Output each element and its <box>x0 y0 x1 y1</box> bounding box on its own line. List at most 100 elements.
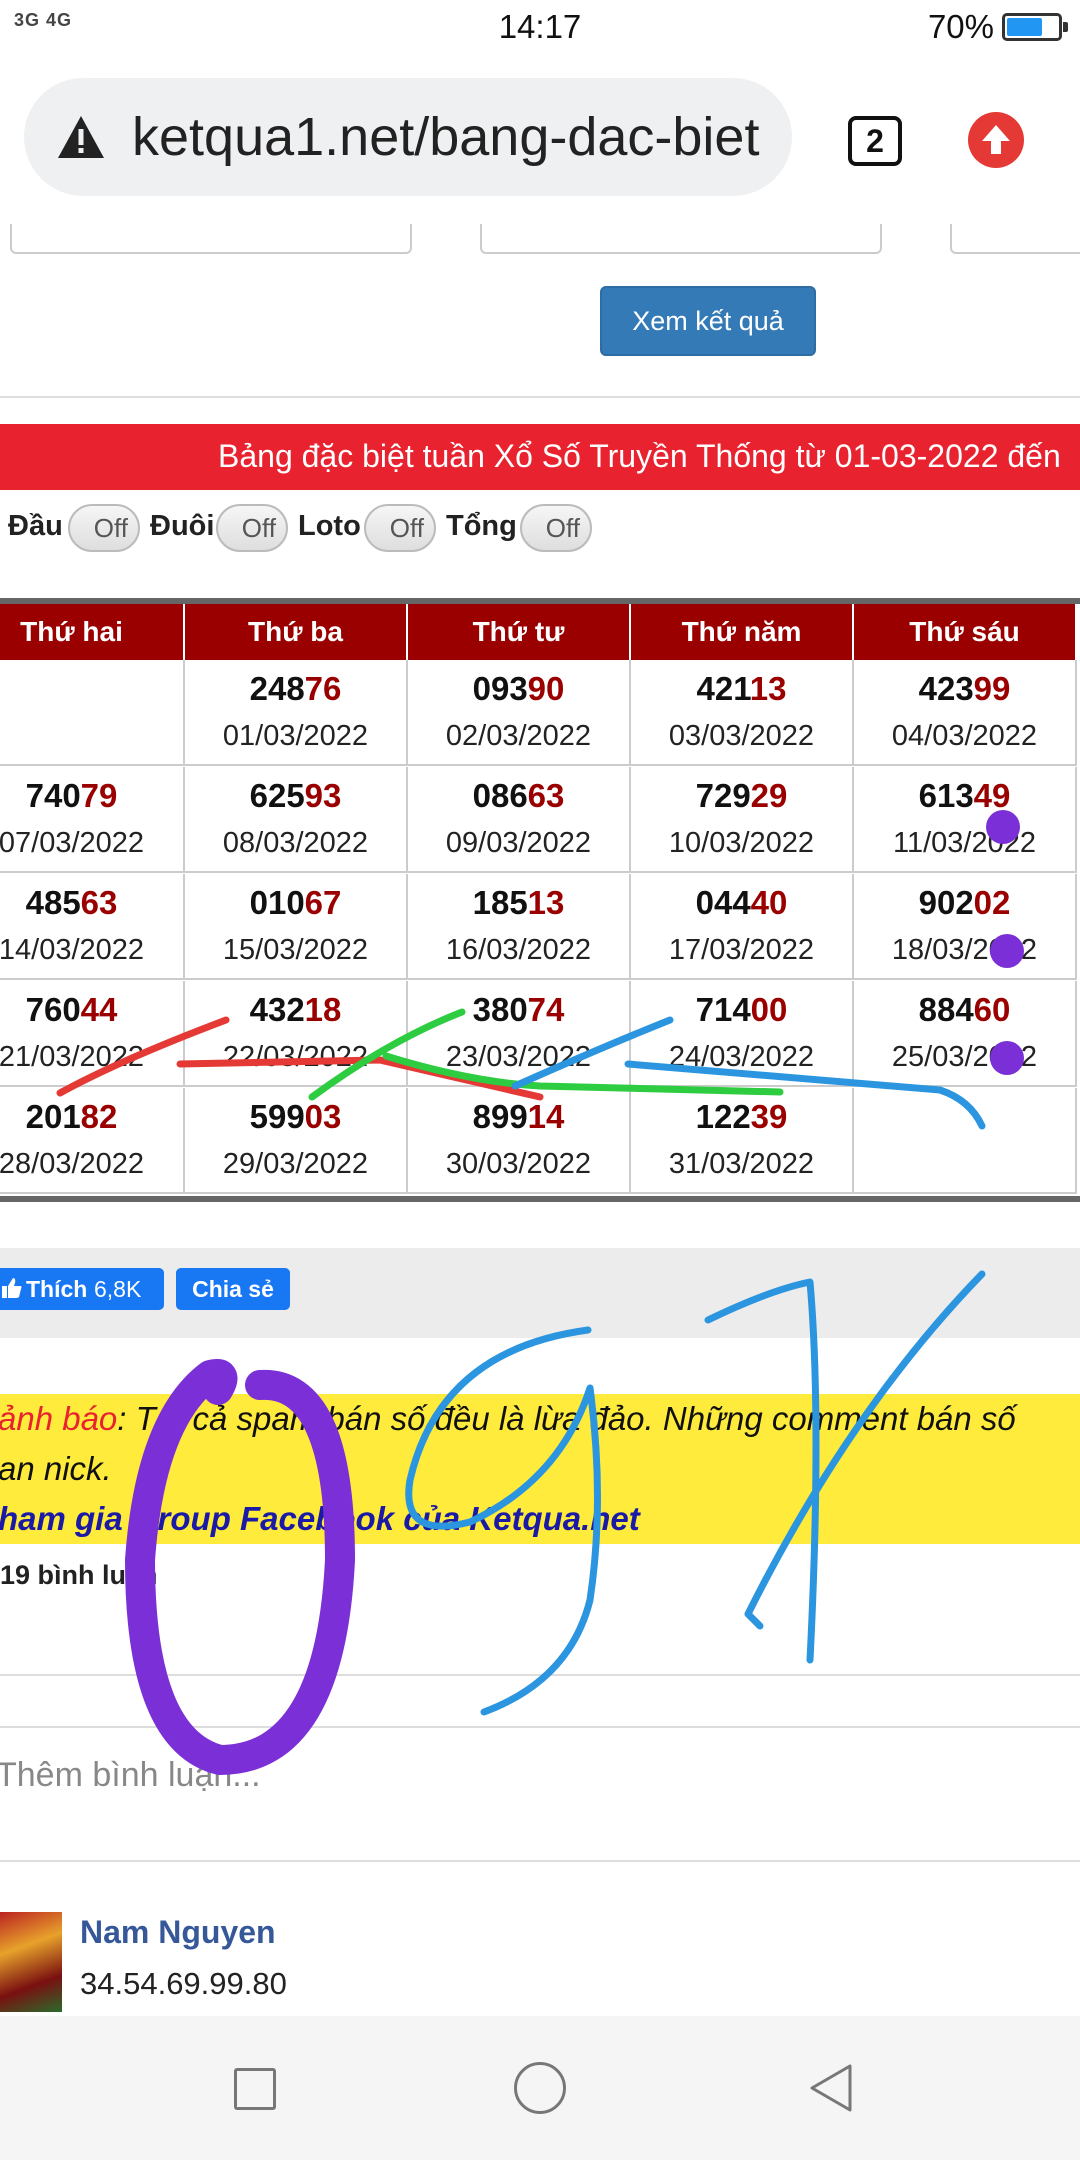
facebook-like-button[interactable]: Thích 6,8K <box>0 1268 164 1310</box>
lottery-number: 90202 <box>854 884 1075 922</box>
lottery-number: 72929 <box>631 777 852 815</box>
number-head: 760 <box>25 991 81 1028</box>
lottery-number: 01067 <box>185 884 406 922</box>
view-results-button[interactable]: Xem kết quả <box>600 286 816 356</box>
table-cell: 89914 30/03/2022 <box>408 1088 631 1194</box>
number-tail: 00 <box>750 991 788 1028</box>
table-cell: 59903 29/03/2022 <box>185 1088 408 1194</box>
draw-date: 25/03/2022 <box>891 1041 1038 1073</box>
lottery-type-select[interactable] <box>10 224 412 254</box>
avatar[interactable] <box>0 1912 62 2012</box>
address-bar[interactable]: ketqua1.net/bang-dac-biet <box>24 78 792 196</box>
number-head: 201 <box>25 1098 81 1135</box>
toggle-label-loto: Loto <box>298 510 361 542</box>
number-head: 044 <box>695 884 751 921</box>
draw-date: 17/03/2022 <box>668 934 815 966</box>
number-tail: 40 <box>750 884 788 921</box>
table-cell: 74079 07/03/2022 <box>0 767 185 873</box>
draw-date: 15/03/2022 <box>222 934 369 966</box>
toggle-duoi[interactable]: Off <box>216 504 288 552</box>
draw-date: 03/03/2022 <box>668 720 815 752</box>
browser-toolbar: ketqua1.net/bang-dac-biet 2 <box>0 56 1080 224</box>
number-head: 625 <box>249 777 305 814</box>
table-cell: 72929 10/03/2022 <box>631 767 854 873</box>
lottery-number: 71400 <box>631 991 852 1029</box>
draw-date: 24/03/2022 <box>668 1041 815 1073</box>
toggle-dau[interactable]: Off <box>68 504 140 552</box>
number-head: 613 <box>918 777 974 814</box>
upload-icon[interactable] <box>968 112 1024 168</box>
tabs-button[interactable]: 2 <box>848 116 902 166</box>
number-tail: 99 <box>973 670 1011 707</box>
divider <box>0 1860 1080 1862</box>
toggle-tong[interactable]: Off <box>520 504 592 552</box>
banner-title: Bảng đặc biệt tuần Xổ Số Truyền Thống từ… <box>218 438 1061 474</box>
number-tail: 79 <box>80 777 118 814</box>
table-banner: Bảng đặc biệt tuần Xổ Số Truyền Thống từ… <box>0 424 1080 490</box>
number-head: 086 <box>472 777 528 814</box>
clock: 14:17 <box>498 8 582 45</box>
comment-author[interactable]: Nam Nguyen <box>80 1914 276 1951</box>
table-cell: 42113 03/03/2022 <box>631 660 854 766</box>
url-text[interactable]: ketqua1.net/bang-dac-biet <box>132 106 759 168</box>
table-cell: 09390 02/03/2022 <box>408 660 631 766</box>
table-cell: 08663 09/03/2022 <box>408 767 631 873</box>
number-tail: 67 <box>304 884 342 921</box>
number-tail: 02 <box>973 884 1011 921</box>
table-cell: 90202 18/03/2022 <box>854 874 1077 980</box>
lottery-number: 43218 <box>185 991 406 1029</box>
lottery-number: 59903 <box>185 1098 406 1136</box>
number-tail: 60 <box>973 991 1011 1028</box>
home-circle-icon[interactable] <box>514 2062 566 2114</box>
number-head: 093 <box>472 670 528 707</box>
square-nav-icon[interactable] <box>234 2068 276 2110</box>
number-tail: 82 <box>80 1098 118 1135</box>
number-tail: 39 <box>750 1098 788 1135</box>
table-cell: 88460 25/03/2022 <box>854 981 1077 1087</box>
lottery-number: 48563 <box>0 884 183 922</box>
comment-input[interactable]: Thêm bình luận... <box>0 1756 261 1795</box>
draw-date: 21/03/2022 <box>0 1041 145 1073</box>
toggle-loto[interactable]: Off <box>364 504 436 552</box>
number-tail: 90 <box>527 670 565 707</box>
warning-triangle-icon[interactable] <box>56 114 106 160</box>
facebook-share-button[interactable]: Chia sẻ <box>176 1268 290 1310</box>
toggle-label-tong: Tổng <box>446 510 517 542</box>
back-triangle-icon[interactable] <box>806 2062 856 2114</box>
facebook-group-link[interactable]: ham gia Group Facebook của Ketqua.net <box>0 1500 640 1538</box>
table-header-5: Thứ sáu <box>854 604 1077 660</box>
number-head: 599 <box>249 1098 305 1135</box>
to-date-select[interactable] <box>950 224 1080 254</box>
table-header-3: Thứ tư <box>408 604 631 660</box>
lottery-number: 38074 <box>408 991 629 1029</box>
web-page: Xem kết quả Bảng đặc biệt tuần Xổ Số Tru… <box>0 224 1080 2016</box>
lottery-number: 08663 <box>408 777 629 815</box>
table-cell: 43218 22/03/2022 <box>185 981 408 1087</box>
upload-arrow-icon <box>982 125 1010 154</box>
number-tail: 13 <box>527 884 565 921</box>
lottery-number: 88460 <box>854 991 1075 1029</box>
number-head: 122 <box>695 1098 751 1135</box>
lottery-number: 18513 <box>408 884 629 922</box>
table-cell: 01067 15/03/2022 <box>185 874 408 980</box>
divider <box>0 1674 1080 1676</box>
comment-text: 34.54.69.99.80 <box>80 1966 287 2001</box>
number-tail: 74 <box>527 991 565 1028</box>
number-head: 485 <box>25 884 81 921</box>
number-head: 248 <box>249 670 305 707</box>
from-date-select[interactable] <box>480 224 882 254</box>
lottery-number: 42113 <box>631 670 852 708</box>
battery-icon <box>1002 13 1068 41</box>
filter-toggles: Đầu Off Đuôi Off Loto Off Tổng Off <box>0 502 1080 562</box>
toggle-label-dau: Đầu <box>8 510 63 542</box>
warning-body: : Tất cả spam bán số đều là lừa đảo. Nhữ… <box>117 1400 1016 1437</box>
status-bar: 3G 4G 14:17 70% <box>0 0 1080 56</box>
draw-date: 16/03/2022 <box>445 934 592 966</box>
draw-date: 22/03/2022 <box>222 1041 369 1073</box>
draw-date: 14/03/2022 <box>0 934 145 966</box>
table-header-1: Thứ hai <box>0 604 185 660</box>
lottery-number: 04440 <box>631 884 852 922</box>
number-head: 714 <box>695 991 751 1028</box>
divider <box>0 1726 1080 1728</box>
draw-date: 09/03/2022 <box>445 827 592 859</box>
